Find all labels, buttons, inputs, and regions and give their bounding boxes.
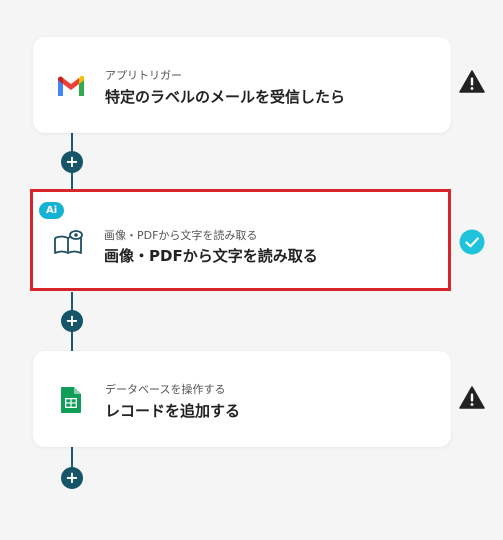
step-title: 画像・PDFから文字を読み取る: [104, 247, 318, 265]
ai-badge: Ai: [39, 202, 65, 219]
step-title: レコードを追加する: [105, 402, 241, 420]
warning-icon[interactable]: [459, 69, 485, 95]
add-step-button[interactable]: +: [61, 310, 83, 332]
flow-step-gmail-trigger[interactable]: アプリトリガー 特定のラベルのメールを受信したら: [33, 37, 451, 133]
flow-step-ocr[interactable]: 画像・PDFから文字を読み取る 画像・PDFから文字を読み取る: [30, 189, 451, 291]
flow-step-database[interactable]: データベースを操作する レコードを追加する: [33, 351, 451, 447]
check-circle-icon[interactable]: [459, 229, 485, 255]
google-sheets-icon: [55, 386, 87, 414]
flow-canvas: アプリトリガー 特定のラベルのメールを受信したら + 画像・PDFから文字を読み…: [0, 0, 503, 540]
gmail-icon: [55, 72, 87, 100]
step-subtitle: アプリトリガー: [105, 69, 182, 82]
step-subtitle: データベースを操作する: [105, 383, 226, 396]
step-title: 特定のラベルのメールを受信したら: [105, 88, 346, 106]
step-subtitle: 画像・PDFから文字を読み取る: [104, 229, 258, 242]
warning-icon[interactable]: [459, 385, 485, 411]
ocr-book-eye-icon: [52, 228, 84, 256]
add-step-button[interactable]: +: [61, 467, 83, 489]
add-step-button[interactable]: +: [61, 151, 83, 173]
